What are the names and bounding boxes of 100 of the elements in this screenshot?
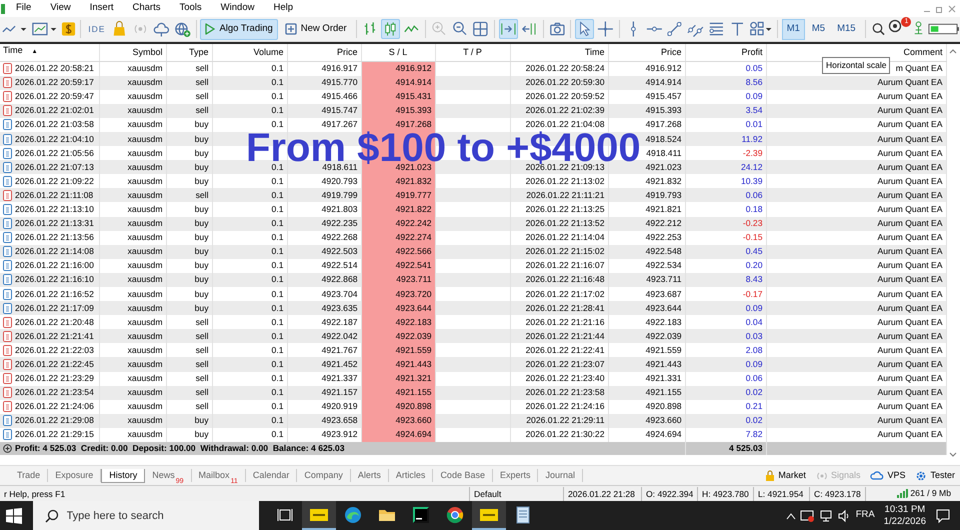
menu-item[interactable]: Insert — [80, 1, 122, 16]
column-header[interactable]: Symbol — [99, 44, 166, 62]
table-cell: 8.43 — [685, 272, 766, 287]
panel-tab[interactable]: History — [101, 468, 146, 482]
table-row[interactable]: 2026.01.22 20:59:17 xauusdm sell 0.1 4915.770 4914.914 2026.01.22 20:59:30 4914.914 8.56 Aurum Quant EA — [0, 76, 946, 90]
menu-item[interactable]: Help — [263, 1, 302, 16]
table-cell: 2026.01.22 21:17:09 — [15, 302, 94, 315]
column-header[interactable]: Type — [166, 44, 212, 62]
table-cell: 4922.541 — [361, 258, 435, 273]
dollar-icon[interactable] — [61, 21, 76, 37]
search-field[interactable]: Type here to search — [32, 501, 258, 530]
browser-wave-icon[interactable] — [342, 504, 362, 524]
table-row[interactable]: 2026.01.22 21:22:45 xauusdm sell 0.1 4921.452 4921.443 2026.01.22 21:23:07 4921.443 0.09 Aurum Quant EA — [0, 357, 946, 372]
expand-icon[interactable] — [3, 444, 12, 454]
table-cell: 4921.452 — [287, 357, 361, 372]
timeframe-button[interactable]: M15 — [832, 18, 861, 40]
panel-tab[interactable]: Company — [297, 469, 351, 482]
clock-time[interactable]: 10:31 PM — [884, 504, 926, 516]
menu-item[interactable]: Tools — [169, 1, 211, 16]
table-cell: Aurum Quant EA — [766, 188, 946, 202]
table-row[interactable]: 2026.01.22 21:29:08 xauusdm buy 0.1 4923.658 4923.660 2026.01.22 21:29:11 4923.660 0.02 Aurum Quant EA — [0, 414, 946, 428]
crosshair-icon[interactable] — [596, 19, 615, 39]
panel-tab[interactable]: Alerts — [350, 469, 389, 482]
panel-tab[interactable]: Articles — [388, 469, 434, 482]
menu-item[interactable]: File — [6, 1, 40, 16]
table-cell: Aurum Quant EA — [766, 301, 946, 316]
start-icon[interactable] — [4, 506, 22, 524]
table-cell: sell — [166, 76, 212, 90]
column-header[interactable]: Time — [510, 44, 608, 62]
taskbar-app[interactable] — [302, 501, 336, 530]
algo-trading-button[interactable]: Algo Trading — [200, 18, 278, 40]
scroll-down-icon[interactable] — [949, 452, 958, 458]
panel-tab[interactable]: Journal — [538, 469, 584, 482]
panel-tab[interactable]: Trade — [10, 469, 48, 482]
language-indicator[interactable]: FRA — [856, 508, 875, 523]
panel-tab[interactable]: News $_{99}$ — [145, 469, 192, 482]
column-header[interactable]: Profit — [685, 44, 766, 62]
timeframe-button[interactable]: M1 — [782, 18, 805, 40]
menu-item[interactable]: Window — [210, 1, 264, 16]
table-row[interactable]: 2026.01.22 21:14:08 xauusdm buy 0.1 4922.503 4922.566 2026.01.22 21:15:02 4922.548 0.45 Aurum Quant EA — [0, 244, 946, 259]
table-row[interactable]: 2026.01.22 21:21:41 xauusdm sell 0.1 4922.042 4922.039 2026.01.22 21:21:44 4922.039 0.03 Aurum Quant EA — [0, 329, 946, 344]
table-cell: xauusdm — [99, 414, 166, 428]
panel-tab[interactable]: Code Base — [433, 469, 493, 482]
table-cell: xauusdm — [99, 160, 166, 174]
menu-item[interactable]: View — [40, 1, 80, 16]
table-cell: sell — [166, 104, 212, 118]
chevron-up-icon[interactable] — [786, 512, 796, 520]
trendline-icon[interactable] — [665, 19, 684, 39]
table-cell: 4922.868 — [287, 272, 361, 287]
network-icon[interactable] — [818, 508, 833, 522]
taskbar-app[interactable] — [472, 501, 506, 530]
table-cell: sell — [166, 357, 212, 372]
column-header[interactable]: T / P — [435, 44, 510, 62]
menu-item[interactable]: Charts — [122, 1, 170, 16]
column-header[interactable]: Volume — [212, 44, 287, 62]
panel-tab[interactable]: Experts — [492, 469, 538, 482]
table-cell: 0.03 — [685, 329, 766, 344]
column-header[interactable]: Price — [608, 44, 685, 62]
table-row[interactable]: 2026.01.22 21:16:10 xauusdm buy 0.1 4922.868 4923.711 2026.01.22 21:16:48 4923.711 8.43 Aurum Quant EA — [0, 272, 946, 287]
grid-icon[interactable] — [471, 19, 490, 39]
table-row[interactable]: 2026.01.22 21:02:01 xauusdm sell 0.1 4915.747 4915.393 2026.01.22 21:02:39 4915.393 3.54 Aurum Quant EA — [0, 104, 946, 118]
panel-tab[interactable]: Mailbox $_{11}$ — [192, 469, 246, 482]
ide-button[interactable]: IDE — [85, 22, 108, 36]
summary-text: Profit: 4 525.03 Credit: 0.00 Deposit: 100.00 Withdrawal: 0.00 Balance: 4 625.03 — [15, 442, 344, 456]
cursor-icon[interactable] — [575, 19, 594, 39]
lock-icon — [765, 470, 776, 482]
service-link[interactable]: Tester — [910, 468, 960, 482]
auto-scroll-icon[interactable] — [499, 19, 518, 39]
new-order-button[interactable]: New Order — [280, 18, 352, 40]
close-icon[interactable] — [948, 4, 956, 12]
table-cell: 2026.01.22 21:07:13 — [15, 160, 94, 174]
column-header[interactable]: Time — [3, 44, 23, 61]
table-row[interactable]: 2026.01.22 21:11:08 xauusdm sell 0.1 4919.799 4919.777 2026.01.22 21:11:21 4919.793 0.06 Aurum Quant EA — [0, 188, 946, 202]
ide-app-icon[interactable] — [410, 504, 430, 524]
table-cell: 4922.042 — [287, 329, 361, 344]
candlestick-icon[interactable] — [381, 19, 400, 39]
column-header[interactable]: Price — [287, 44, 361, 62]
table-row[interactable]: 2026.01.22 21:23:54 xauusdm sell 0.1 4921.157 4921.155 2026.01.22 21:23:58 4921.155 0.02 Aurum Quant EA — [0, 386, 946, 400]
service-link[interactable]: Market — [760, 468, 811, 482]
restore-icon[interactable] — [935, 4, 943, 12]
panel-tab[interactable]: Calendar — [246, 469, 298, 482]
notifications-icon[interactable] — [935, 508, 951, 524]
table-cell: 4921.155 — [361, 386, 435, 400]
broadcast-icon — [816, 470, 828, 482]
clock-date[interactable]: 1/22/2026 — [884, 516, 926, 527]
table-cell: 2026.01.22 21:16:10 — [15, 273, 94, 286]
table-cell: buy — [166, 216, 212, 231]
task-view-icon[interactable] — [276, 506, 292, 522]
table-row[interactable]: 2026.01.22 21:17:09 xauusdm buy 0.1 4923.635 4923.644 2026.01.22 21:28:41 4923.644 0.09 Aurum Quant EA — [0, 301, 946, 316]
notification-icon[interactable] — [888, 19, 902, 33]
security-icon[interactable] — [800, 508, 814, 522]
chrome-icon[interactable] — [444, 504, 464, 524]
timeframe-button[interactable]: M5 — [806, 18, 830, 40]
table-cell: 4921.321 — [361, 372, 435, 386]
scroll-up-icon[interactable] — [949, 48, 958, 54]
table-cell: 0.09 — [685, 357, 766, 372]
table-cell: Aurum Quant EA — [766, 272, 946, 287]
service-link[interactable]: VPS — [865, 468, 910, 482]
table-cell: 4921.443 — [608, 357, 685, 372]
table-row[interactable]: 2026.01.22 21:13:31 xauusdm buy 0.1 4922.235 4922.242 2026.01.22 21:13:52 4922.212 -0.23 Aurum Quant EA — [0, 216, 946, 231]
